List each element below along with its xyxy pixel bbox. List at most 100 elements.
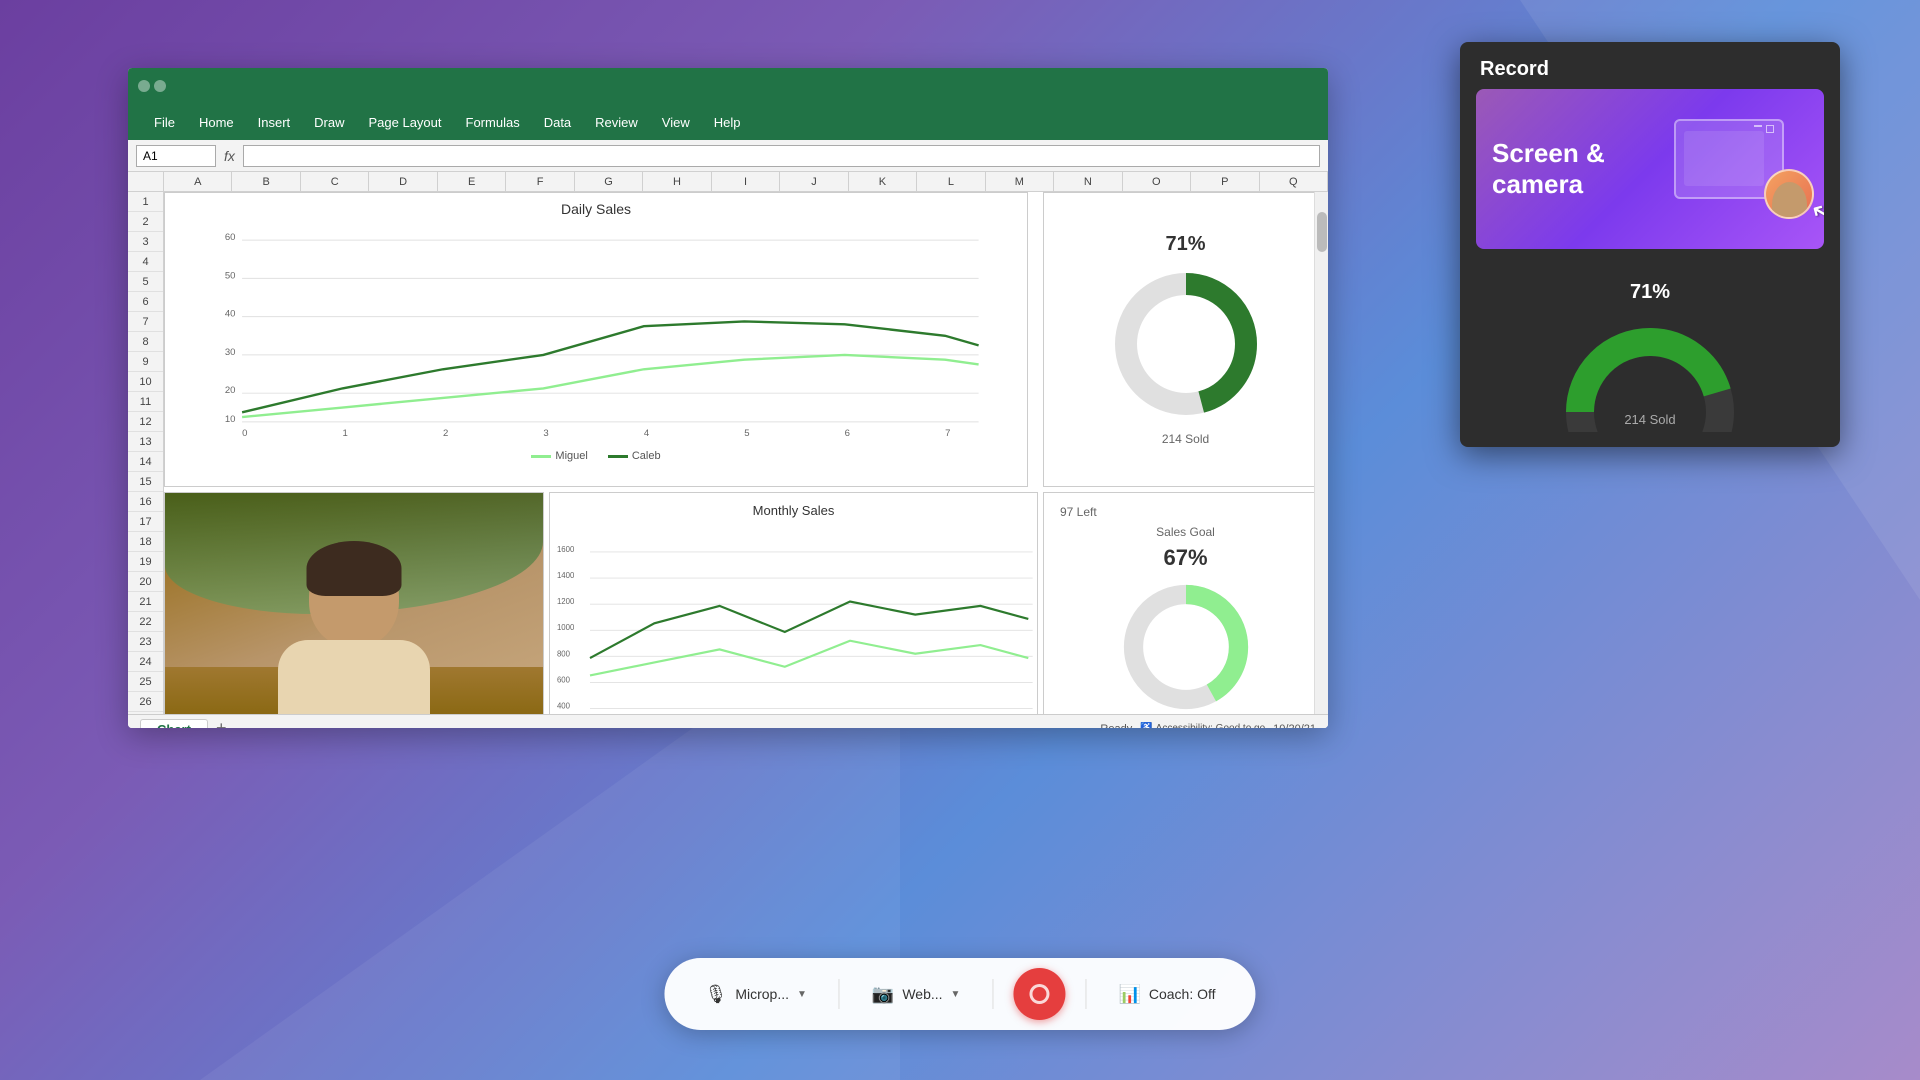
svg-text:1400: 1400 <box>557 571 575 580</box>
legend-caleb: Caleb <box>608 450 661 462</box>
column-headers: A B C D E F G H I J K L M N O P Q <box>128 172 1328 192</box>
legend-label-caleb: Caleb <box>632 450 661 462</box>
row-8: 8 <box>128 332 163 352</box>
screen-camera-card[interactable]: Screen & camera ↖ <box>1476 89 1824 249</box>
svg-text:1600: 1600 <box>557 545 575 554</box>
add-sheet-button[interactable]: + <box>216 718 227 728</box>
accessibility-icon: ♿ <box>1140 723 1152 728</box>
svg-text:40: 40 <box>225 309 236 320</box>
chart-legend: Miguel Caleb <box>165 446 1027 466</box>
sales-goal-label: Sales Goal <box>1156 525 1215 539</box>
svg-text:30: 30 <box>225 347 236 358</box>
row-14: 14 <box>128 452 163 472</box>
bottom-donut-percent: 67% <box>1163 545 1207 571</box>
coach-button[interactable]: 📊 Coach: Off <box>1106 978 1227 1011</box>
formula-icon: fx <box>224 148 235 164</box>
row-11: 11 <box>128 392 163 412</box>
person-hair <box>307 541 402 596</box>
row-10: 10 <box>128 372 163 392</box>
scrollbar-thumb[interactable] <box>1317 212 1327 252</box>
menu-pagelayout[interactable]: Page Layout <box>359 111 452 134</box>
webcam-feed <box>165 493 543 728</box>
svg-text:400: 400 <box>557 702 571 711</box>
row-19: 19 <box>128 552 163 572</box>
col-corner <box>128 172 164 191</box>
menu-home[interactable]: Home <box>189 111 244 134</box>
top-donut-percent: 71% <box>1165 233 1205 256</box>
daily-sales-title: Daily Sales <box>165 193 1027 221</box>
col-header-c: C <box>301 172 369 191</box>
menu-review[interactable]: Review <box>585 111 648 134</box>
microphone-label: Microp... <box>735 986 789 1002</box>
row-23: 23 <box>128 632 163 652</box>
excel-formulabar: A1 fx <box>128 140 1328 172</box>
svg-text:0: 0 <box>242 428 247 439</box>
row-headers: 1 2 3 4 5 6 7 8 9 10 11 12 13 14 15 16 1… <box>128 192 164 728</box>
svg-text:10: 10 <box>225 414 236 425</box>
daily-sales-svg: 60 50 40 30 20 10 0 <box>165 221 1027 441</box>
col-header-p: P <box>1191 172 1259 191</box>
webcam-button[interactable]: 📷 Web... ▼ <box>860 978 973 1011</box>
menu-view[interactable]: View <box>652 111 700 134</box>
top-donut-svg <box>1106 264 1266 424</box>
svg-text:5: 5 <box>744 428 749 439</box>
card-mockup-illustration <box>1674 119 1814 219</box>
row-25: 25 <box>128 672 163 692</box>
col-header-g: G <box>575 172 643 191</box>
excel-window: File Home Insert Draw Page Layout Formul… <box>128 68 1328 728</box>
microphone-button[interactable]: 🎙 Microp... ▼ <box>692 978 818 1011</box>
row-17: 17 <box>128 512 163 532</box>
webcam-dropdown-arrow: ▼ <box>951 989 961 1000</box>
menu-formulas[interactable]: Formulas <box>456 111 530 134</box>
row-6: 6 <box>128 292 163 312</box>
toolbar-divider-2 <box>992 979 993 1009</box>
donut-section: 71% 214 Sold <box>1460 265 1840 447</box>
menu-draw[interactable]: Draw <box>304 111 354 134</box>
svg-text:60: 60 <box>225 232 236 243</box>
svg-text:2: 2 <box>443 428 448 439</box>
coach-label: Coach: Off <box>1149 986 1216 1002</box>
excel-titlebar <box>128 68 1328 104</box>
titlebar-dot-1 <box>138 80 150 92</box>
col-header-a: A <box>164 172 232 191</box>
mockup-minimize <box>1754 125 1762 127</box>
accessibility-text: Accessibility: Good to go <box>1156 723 1266 728</box>
svg-text:20: 20 <box>225 385 236 396</box>
col-header-n: N <box>1054 172 1122 191</box>
sold-count-label: 214 Sold <box>1480 412 1820 427</box>
microphone-icon: 🎙 <box>704 984 727 1005</box>
svg-text:800: 800 <box>557 649 571 658</box>
mockup-screen-inner <box>1684 131 1764 186</box>
col-header-o: O <box>1123 172 1191 191</box>
bottom-right-donut-area: 97 Left Sales Goal 67% <box>1043 492 1328 728</box>
row-13: 13 <box>128 432 163 452</box>
webcam-label: Web... <box>902 986 942 1002</box>
col-header-q: Q <box>1260 172 1328 191</box>
monthly-sales-title: Monthly Sales <box>550 493 1037 522</box>
toolbar-divider-1 <box>839 979 840 1009</box>
svg-text:1200: 1200 <box>557 597 575 606</box>
svg-text:1: 1 <box>343 428 348 439</box>
legend-label-miguel: Miguel <box>555 450 587 462</box>
svg-text:3: 3 <box>543 428 548 439</box>
col-header-d: D <box>369 172 437 191</box>
recording-toolbar: 🎙 Microp... ▼ 📷 Web... ▼ 📊 Coach: Off <box>664 958 1255 1030</box>
vertical-scrollbar[interactable] <box>1314 192 1328 728</box>
sheet-tab-bar: Chart + Ready ♿ Accessibility: Good to g… <box>128 714 1328 728</box>
menu-help[interactable]: Help <box>704 111 751 134</box>
coach-icon: 📊 <box>1118 984 1140 1005</box>
menu-data[interactable]: Data <box>534 111 581 134</box>
cell-reference-box[interactable]: A1 <box>136 145 216 167</box>
svg-text:4: 4 <box>644 428 650 439</box>
svg-text:600: 600 <box>557 675 571 684</box>
formula-bar-input[interactable] <box>243 145 1320 167</box>
sheet-tab-chart[interactable]: Chart <box>140 719 208 729</box>
svg-text:1000: 1000 <box>557 623 575 632</box>
row-20: 20 <box>128 572 163 592</box>
col-header-l: L <box>917 172 985 191</box>
menu-insert[interactable]: Insert <box>248 111 301 134</box>
excel-menubar: File Home Insert Draw Page Layout Formul… <box>128 104 1328 140</box>
record-button[interactable] <box>1013 968 1065 1020</box>
menu-file[interactable]: File <box>144 111 185 134</box>
mockup-person-icon <box>1772 182 1807 220</box>
